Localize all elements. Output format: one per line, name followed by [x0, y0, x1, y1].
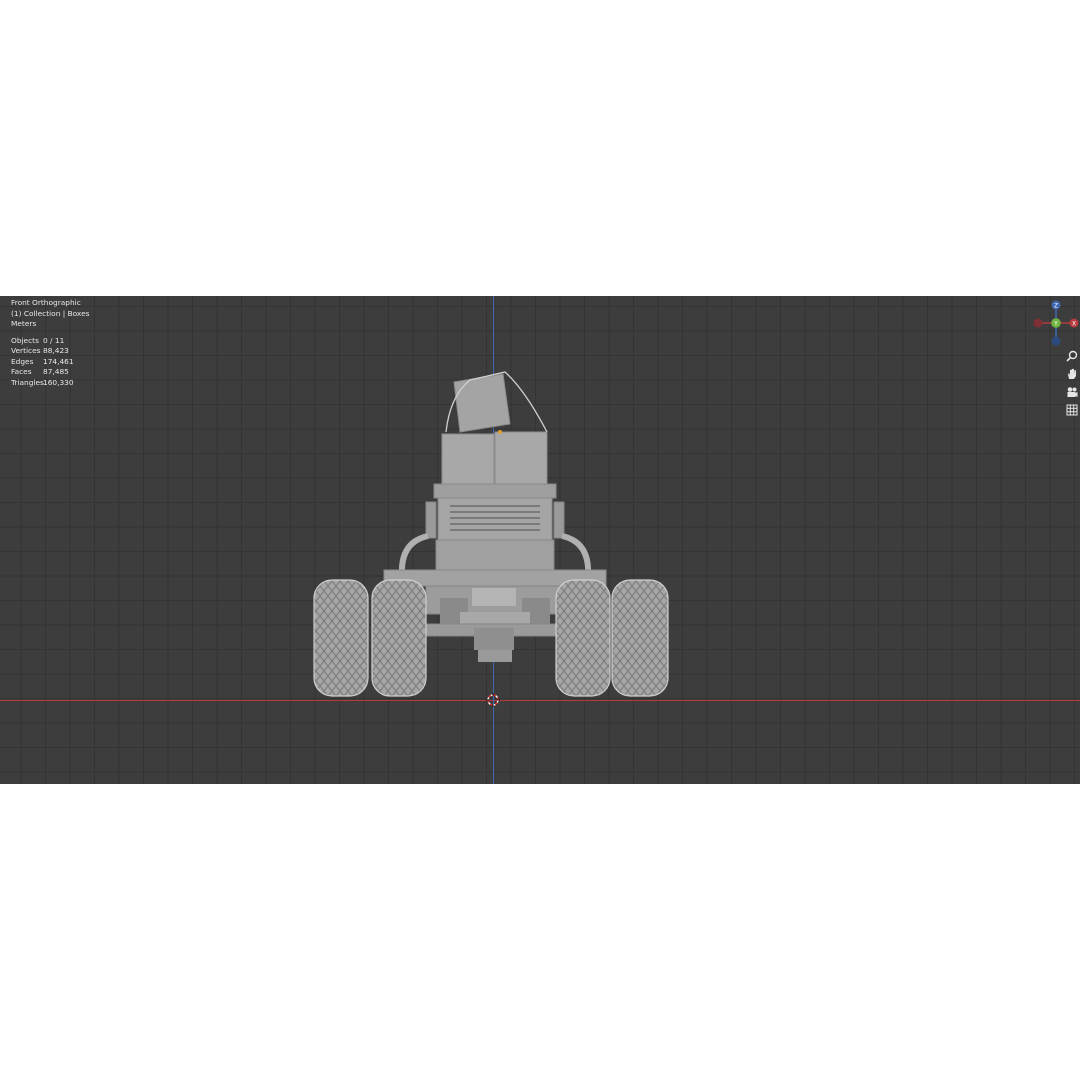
- cargo-boxes[interactable]: [441, 371, 548, 485]
- viewport-info-overlay: Front Orthographic (1) Collection | Boxe…: [11, 298, 89, 388]
- units-label: Meters: [11, 319, 37, 328]
- pan-button[interactable]: [1064, 366, 1080, 382]
- navigation-toolbar: [1064, 348, 1080, 420]
- frame-upper: [425, 483, 565, 541]
- gizmo-x-label: X: [1072, 320, 1076, 327]
- gizmo-neg-z-axis[interactable]: [1051, 336, 1061, 346]
- buggy-model[interactable]: [300, 366, 700, 706]
- stat-value: 174,461: [43, 356, 74, 366]
- navigation-gizmo[interactable]: Z X Y: [1030, 298, 1080, 348]
- stat-label: Objects: [11, 335, 39, 345]
- gizmo-y-label: Y: [1053, 320, 1058, 327]
- stat-row: Edges 174,461: [11, 357, 89, 368]
- 3d-cursor-icon[interactable]: [486, 693, 500, 707]
- grid-perspective-icon: [1066, 404, 1078, 416]
- stat-row: Vertices 88,423: [11, 346, 89, 357]
- 3d-viewport[interactable]: Front Orthographic (1) Collection | Boxe…: [0, 296, 1080, 784]
- stat-label: Faces: [11, 367, 32, 376]
- stat-label: Triangles: [11, 377, 44, 387]
- stat-row: Triangles 160,330: [11, 378, 89, 389]
- stat-row: Objects 0 / 11: [11, 336, 89, 347]
- stat-label: Edges: [11, 356, 34, 366]
- perspective-toggle-button[interactable]: [1064, 402, 1080, 418]
- zoom-icon: [1066, 350, 1078, 362]
- wheel-left-outer[interactable]: [313, 579, 369, 697]
- camera-view-button[interactable]: [1064, 384, 1080, 400]
- collection-info: (1) Collection | Boxes: [11, 308, 90, 318]
- camera-icon: [1067, 387, 1078, 397]
- gizmo-neg-x-axis[interactable]: [1033, 318, 1043, 328]
- stat-value: 160,330: [43, 377, 74, 387]
- stat-value: 0 / 11: [43, 335, 65, 345]
- scene-statistics: Objects 0 / 11 Vertices 88,423 Edges 174…: [11, 336, 89, 389]
- stat-value: 88,423: [43, 346, 69, 355]
- zoom-button[interactable]: [1064, 348, 1080, 364]
- wheel-right-outer[interactable]: [611, 579, 669, 697]
- view-name: Front Orthographic: [11, 298, 81, 307]
- pan-hand-icon: [1068, 368, 1076, 379]
- stat-label: Vertices: [11, 346, 41, 355]
- wheel-left-inner[interactable]: [371, 579, 427, 697]
- wheel-right-inner[interactable]: [555, 579, 611, 697]
- stat-value: 87,485: [43, 367, 69, 376]
- stat-row: Faces 87,485: [11, 367, 89, 378]
- gizmo-z-label: Z: [1054, 302, 1058, 309]
